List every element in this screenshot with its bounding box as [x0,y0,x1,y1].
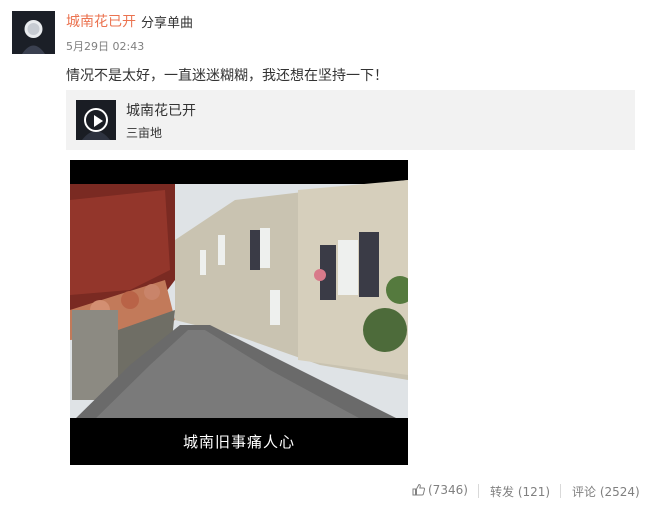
comment-button[interactable]: 评论 (2524) [572,483,640,500]
post-text: 情况不是太好，一直迷迷糊糊，我还想在坚持一下！ [66,68,388,84]
play-circle-icon[interactable] [84,108,108,132]
share-type-label: 分享单曲 [141,16,194,31]
post-time[interactable]: 5月29日 02:43 [66,38,144,54]
divider [560,484,561,498]
author-name-link[interactable]: 城南花已开 [66,11,136,31]
thumbs-up-icon [412,483,425,496]
music-artist: 三亩地 [126,126,163,140]
video-thumbnail[interactable]: 城南旧事痛人心 [70,160,408,465]
video-subtitle: 城南旧事痛人心 [182,433,295,451]
like-count: (7346) [428,483,468,497]
music-cover[interactable] [76,100,116,140]
like-button[interactable]: (7346) [412,483,468,497]
divider [478,484,479,498]
music-card[interactable]: 城南花已开 三亩地 [66,90,635,150]
avatar[interactable] [12,11,55,54]
repost-button[interactable]: 转发 (121) [490,483,550,500]
music-title[interactable]: 城南花已开 [126,100,196,120]
